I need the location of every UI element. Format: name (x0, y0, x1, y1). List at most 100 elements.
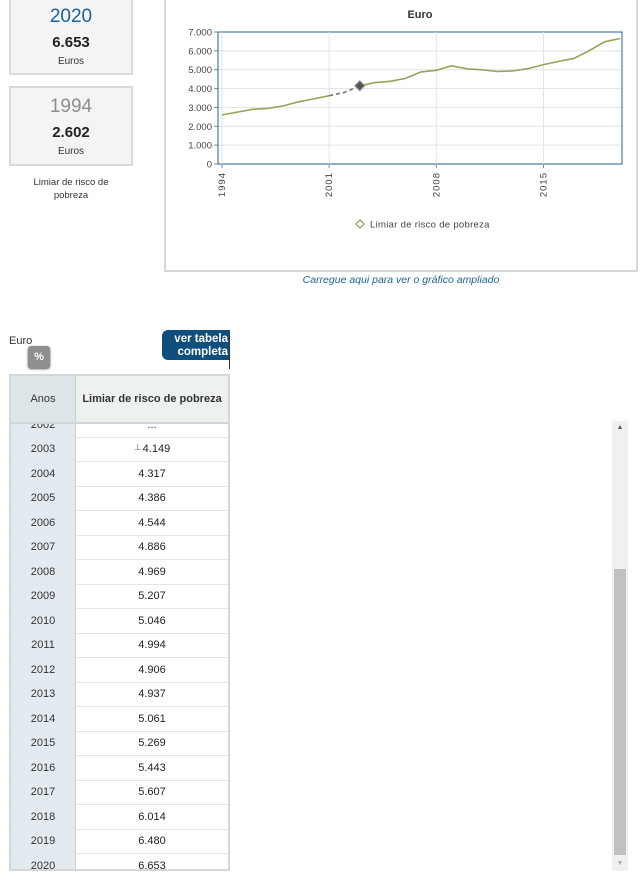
year-cell: 2020 (11, 854, 76, 869)
percent-toggle-button[interactable]: % (28, 346, 50, 368)
table-row: 2018 6.014 (11, 805, 228, 830)
value-cell: 4.886 (76, 536, 228, 560)
line-chart[interactable]: Euro 0 1.000 2.000 3.000 4.000 5.000 6.000 7.000… (166, 0, 636, 270)
y-tick-label: 4.000 (188, 84, 212, 95)
x-tick-label: 2001 (324, 172, 335, 197)
year-cell: 2011 (11, 633, 76, 657)
first-value-card: 1994 2.602 Euros (9, 86, 133, 166)
legend-marker (355, 219, 365, 229)
value-text: 5.269 (138, 737, 166, 750)
value-cell: 4.969 (76, 560, 228, 584)
y-tick-label: 2.000 (188, 122, 212, 133)
x-tick-label: 2015 (538, 172, 549, 197)
year-cell: 2005 (11, 486, 76, 510)
table-row: 2020 6.653 (11, 854, 228, 869)
scrollbar-thumb[interactable] (614, 569, 626, 855)
column-header-year[interactable]: Anos (11, 376, 76, 422)
value-cell: 5.607 (76, 781, 228, 805)
table-row: 2008 4.969 (11, 560, 228, 585)
value-text: 4.149 (142, 443, 171, 456)
year-cell: 2010 (11, 609, 76, 633)
scroll-up-arrow-icon[interactable]: ▲ (612, 421, 628, 435)
value-cell: 5.207 (76, 585, 228, 609)
value-text: 4.386 (138, 492, 166, 505)
table-row: 2013 4.937 (11, 682, 228, 707)
value-text: 5.443 (138, 761, 166, 774)
table-row: 2003 ⊥ 4.149 (11, 437, 228, 462)
value-cell: 6.653 (76, 854, 228, 869)
y-tick-label: 1.000 (188, 141, 212, 152)
value-cell: 6.014 (76, 805, 228, 829)
value-cell: 4.386 (76, 487, 228, 511)
plot-frame (217, 31, 623, 165)
year-cell: 2016 (11, 756, 76, 780)
column-header-value[interactable]: Limiar de risco de pobreza (76, 376, 228, 422)
value-text: 4.937 (138, 688, 166, 701)
card-year: 1994 (49, 96, 93, 117)
value-cell: 5.061 (76, 707, 228, 731)
enlarge-chart-link[interactable]: Carregue aqui para ver o gráfico ampliad… (164, 274, 638, 286)
card-unit: Euros (57, 56, 85, 67)
table-row: 2006 4.544 (11, 511, 228, 536)
value-text: 5.061 (138, 712, 166, 725)
value-text: 6.014 (138, 810, 166, 823)
y-tick-label: 5.000 (188, 65, 212, 76)
year-cell: 2015 (11, 731, 76, 755)
series-line (359, 37, 621, 87)
value-text: 4.969 (138, 565, 166, 578)
card-value: 2.602 (52, 124, 90, 141)
table-scrollbar[interactable]: ▲ ▼ (612, 421, 628, 871)
y-tick-label: 6.000 (188, 46, 212, 57)
scroll-down-arrow-icon[interactable]: ▼ (612, 857, 628, 871)
y-tick-label: 0 (207, 160, 212, 171)
year-cell: 2014 (11, 707, 76, 731)
card-year: 2020 (49, 6, 93, 27)
value-cell: 4.937 (76, 683, 228, 707)
latest-value-card: 2020 6.653 Euros (9, 0, 133, 75)
table-row: 2009 5.207 (11, 584, 228, 609)
card-value: 6.653 (52, 34, 90, 51)
value-cell: 4.544 (76, 511, 228, 535)
table-row: 2004 4.317 (11, 462, 228, 487)
series-line-dashed (329, 85, 361, 97)
year-cell: 2012 (11, 658, 76, 682)
year-cell: 2008 (11, 560, 76, 584)
year-cell: 2007 (11, 535, 76, 559)
year-cell: 2017 (11, 780, 76, 804)
y-tick-label: 7.000 (188, 28, 212, 39)
value-text: 4.544 (138, 516, 166, 529)
x-tick-label: 1994 (217, 172, 228, 197)
value-text: 5.607 (138, 786, 166, 799)
table-body: 2002 ... 2003 ⊥ 4.149 2004 4.317 2005 4.386 200… (11, 413, 228, 869)
full-table-button[interactable]: ver tabela completa (162, 330, 230, 360)
chart-panel[interactable]: Euro 0 1.000 2.000 3.000 4.000 5.000 6.000 7.000… (164, 0, 638, 272)
value-cell: 5.046 (76, 609, 228, 633)
value-text: 5.207 (138, 590, 166, 603)
value-cell: 4.994 (76, 634, 228, 658)
year-cell: 2006 (11, 511, 76, 535)
divider (229, 335, 230, 369)
year-cell: 2009 (11, 584, 76, 608)
table-row: 2010 5.046 (11, 609, 228, 634)
table-row: 2016 5.443 (11, 756, 228, 781)
value-cell: 5.269 (76, 732, 228, 756)
value-text: 4.317 (138, 467, 166, 480)
year-cell: 2003 (11, 437, 76, 461)
data-point-marker (354, 80, 366, 92)
value-cell: 4.906 (76, 658, 228, 682)
x-tick-label: 2008 (431, 172, 442, 197)
value-cell: ⊥ 4.149 (76, 438, 228, 462)
table-row: 2014 5.061 (11, 707, 228, 732)
value-text: 4.994 (138, 639, 166, 652)
series-break-flag-icon: ⊥ (133, 441, 142, 452)
value-cell: 6.480 (76, 830, 228, 854)
year-cell: 2018 (11, 805, 76, 829)
table-row: 2012 4.906 (11, 658, 228, 683)
value-text: 4.906 (138, 663, 166, 676)
value-text: 6.480 (138, 835, 166, 848)
table-row: 2019 6.480 (11, 829, 228, 854)
year-cell: 2004 (11, 462, 76, 486)
chart-title: Euro (407, 9, 432, 21)
year-cell: 2019 (11, 829, 76, 853)
table-row: 2007 4.886 (11, 535, 228, 560)
